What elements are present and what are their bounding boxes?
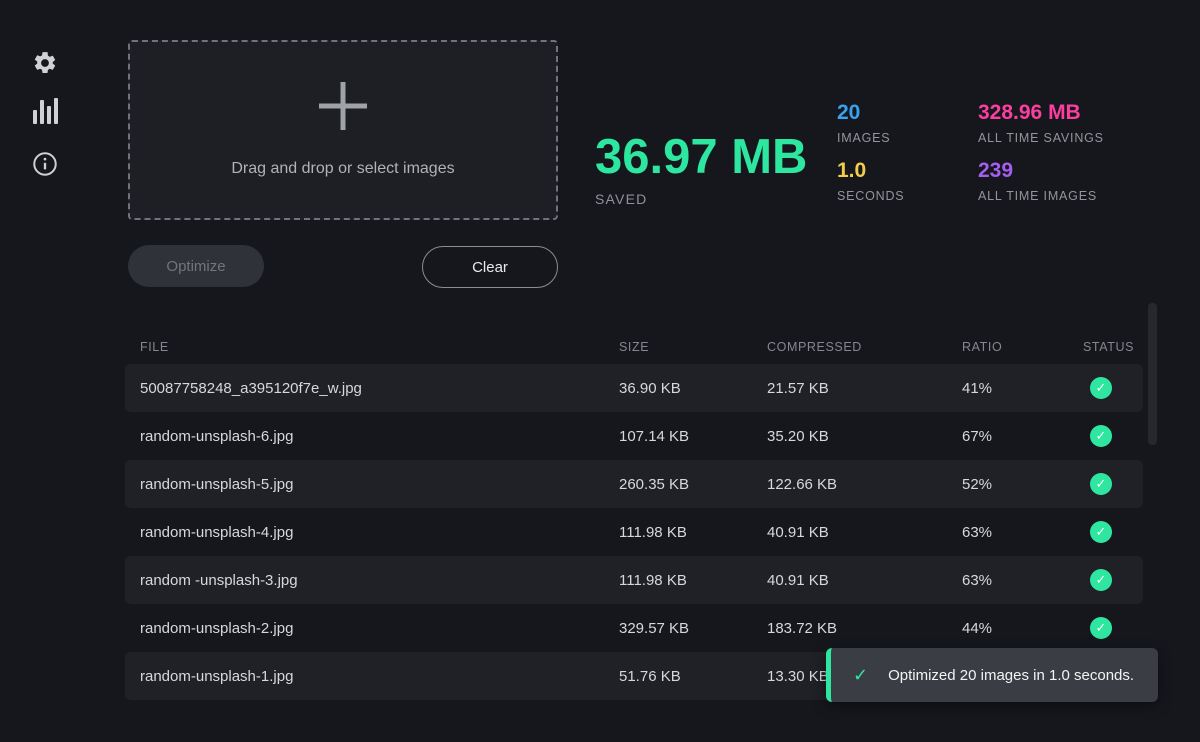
check-icon: ✓ (1090, 425, 1112, 447)
all-time-savings-label: ALL TIME SAVINGS (978, 131, 1104, 145)
file-compressed: 40.91 KB (767, 572, 962, 589)
file-size: 329.57 KB (619, 620, 767, 637)
file-ratio: 63% (962, 524, 1083, 541)
file-status: ✓ (1083, 473, 1143, 495)
file-ratio: 52% (962, 476, 1083, 493)
file-size: 260.35 KB (619, 476, 767, 493)
file-name: 50087758248_a395120f7e_w.jpg (125, 380, 619, 397)
file-name: random-unsplash-5.jpg (125, 476, 619, 493)
optimize-button[interactable]: Optimize (128, 245, 264, 287)
table-row: random-unsplash-5.jpg 260.35 KB 122.66 K… (125, 460, 1143, 508)
check-icon: ✓ (1090, 617, 1112, 639)
file-ratio: 44% (962, 620, 1083, 637)
seconds-label: SECONDS (837, 189, 904, 203)
file-compressed: 40.91 KB (767, 524, 962, 541)
file-compressed: 21.57 KB (767, 380, 962, 397)
file-name: random-unsplash-4.jpg (125, 524, 619, 541)
file-status: ✓ (1083, 617, 1143, 639)
check-icon: ✓ (1090, 473, 1112, 495)
file-size: 111.98 KB (619, 572, 767, 589)
file-size: 51.76 KB (619, 668, 767, 685)
table-row: random-unsplash-2.jpg 329.57 KB 183.72 K… (125, 604, 1143, 652)
check-icon: ✓ (853, 665, 868, 686)
clear-button[interactable]: Clear (422, 246, 558, 288)
file-status: ✓ (1083, 377, 1143, 399)
sidebar (0, 0, 110, 742)
file-status: ✓ (1083, 425, 1143, 447)
file-compressed: 183.72 KB (767, 620, 962, 637)
file-size: 36.90 KB (619, 380, 767, 397)
toast-message: Optimized 20 images in 1.0 seconds. (888, 667, 1134, 684)
dropzone[interactable]: Drag and drop or select images (128, 40, 558, 220)
file-name: random-unsplash-2.jpg (125, 620, 619, 637)
file-ratio: 41% (962, 380, 1083, 397)
all-time-images-label: ALL TIME IMAGES (978, 189, 1104, 203)
all-time-images-value: 239 (978, 159, 1104, 182)
file-size: 107.14 KB (619, 428, 767, 445)
table-row: 50087758248_a395120f7e_w.jpg 36.90 KB 21… (125, 364, 1143, 412)
table-row: random -unsplash-3.jpg 111.98 KB 40.91 K… (125, 556, 1143, 604)
check-icon: ✓ (1090, 569, 1112, 591)
table-row: random-unsplash-6.jpg 107.14 KB 35.20 KB… (125, 412, 1143, 460)
file-name: random-unsplash-1.jpg (125, 668, 619, 685)
info-button[interactable] (30, 149, 60, 179)
gear-icon (32, 50, 58, 76)
file-status: ✓ (1083, 569, 1143, 591)
check-icon: ✓ (1090, 521, 1112, 543)
all-time-stats: 328.96 MB ALL TIME SAVINGS 239 ALL TIME … (978, 101, 1104, 217)
bar-chart-icon (33, 98, 58, 124)
file-size: 111.98 KB (619, 524, 767, 541)
saved-stat: 36.97 MB SAVED (595, 133, 807, 207)
seconds-value: 1.0 (837, 159, 904, 182)
saved-value: 36.97 MB (595, 133, 807, 182)
file-ratio: 63% (962, 572, 1083, 589)
session-stats: 20 IMAGES 1.0 SECONDS (837, 101, 904, 217)
header-status: STATUS (1083, 340, 1143, 354)
file-compressed: 122.66 KB (767, 476, 962, 493)
file-compressed: 35.20 KB (767, 428, 962, 445)
file-name: random -unsplash-3.jpg (125, 572, 619, 589)
plus-icon (319, 82, 367, 130)
file-status: ✓ (1083, 521, 1143, 543)
saved-label: SAVED (595, 191, 807, 207)
images-count: 20 (837, 101, 904, 124)
table-header: FILE SIZE COMPRESSED RATIO STATUS (125, 330, 1143, 364)
stats-button[interactable] (30, 96, 60, 126)
table-row: random-unsplash-4.jpg 111.98 KB 40.91 KB… (125, 508, 1143, 556)
file-ratio: 67% (962, 428, 1083, 445)
table-scrollbar-thumb[interactable] (1148, 303, 1157, 445)
header-file: FILE (125, 340, 619, 354)
all-time-savings-value: 328.96 MB (978, 101, 1104, 124)
results-table: FILE SIZE COMPRESSED RATIO STATUS 500877… (125, 330, 1143, 700)
images-label: IMAGES (837, 131, 904, 145)
settings-button[interactable] (30, 48, 60, 78)
header-ratio: RATIO (962, 340, 1083, 354)
toast-notification[interactable]: ✓ Optimized 20 images in 1.0 seconds. (826, 648, 1158, 702)
file-name: random-unsplash-6.jpg (125, 428, 619, 445)
optimizer-app-window: Drag and drop or select images Optimize … (0, 0, 1200, 742)
dropzone-label: Drag and drop or select images (231, 160, 454, 178)
check-icon: ✓ (1090, 377, 1112, 399)
header-compressed: COMPRESSED (767, 340, 962, 354)
info-icon (31, 150, 59, 178)
header-size: SIZE (619, 340, 767, 354)
